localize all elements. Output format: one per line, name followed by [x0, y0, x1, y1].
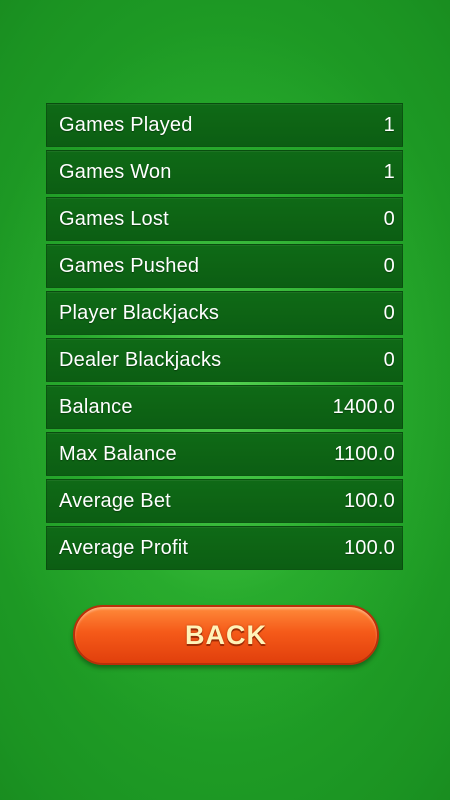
- stat-label: Average Profit: [59, 536, 189, 559]
- stat-label: Max Balance: [59, 442, 177, 465]
- stat-label: Dealer Blackjacks: [59, 348, 222, 371]
- stat-label: Games Pushed: [59, 254, 200, 277]
- stat-value: 0: [383, 254, 395, 277]
- stat-value: 0: [383, 348, 395, 371]
- stat-row-games-pushed: Games Pushed 0: [46, 244, 403, 288]
- statistics-table: Games Played 1 Games Won 1 Games Lost 0 …: [46, 103, 403, 573]
- stat-value: 1: [383, 160, 395, 183]
- stat-row-balance: Balance 1400.0: [46, 385, 403, 429]
- stat-label: Player Blackjacks: [59, 301, 220, 324]
- stat-label: Balance: [59, 395, 133, 418]
- stat-row-games-won: Games Won 1: [46, 150, 403, 194]
- stat-label: Games Won: [59, 160, 172, 183]
- stat-label: Games Lost: [59, 207, 169, 230]
- stat-value: 100.0: [343, 489, 395, 512]
- stat-label: Games Played: [59, 113, 193, 136]
- stat-row-games-lost: Games Lost 0: [46, 197, 403, 241]
- stat-row-max-balance: Max Balance 1100.0: [46, 432, 403, 476]
- stat-value: 0: [383, 207, 395, 230]
- stat-row-player-blackjacks: Player Blackjacks 0: [46, 291, 403, 335]
- stat-value: 1400.0: [332, 395, 395, 418]
- stat-row-dealer-blackjacks: Dealer Blackjacks 0: [46, 338, 403, 382]
- stat-row-average-profit: Average Profit 100.0: [46, 526, 403, 570]
- stat-value: 100.0: [343, 536, 395, 559]
- stat-row-average-bet: Average Bet 100.0: [46, 479, 403, 523]
- back-button[interactable]: BACK: [73, 605, 379, 665]
- stat-row-games-played: Games Played 1: [46, 103, 403, 147]
- stat-value: 1: [383, 113, 395, 136]
- stat-label: Average Bet: [59, 489, 171, 512]
- stat-value: 1100.0: [334, 442, 395, 465]
- stat-value: 0: [383, 301, 395, 324]
- back-button-label: BACK: [185, 619, 267, 650]
